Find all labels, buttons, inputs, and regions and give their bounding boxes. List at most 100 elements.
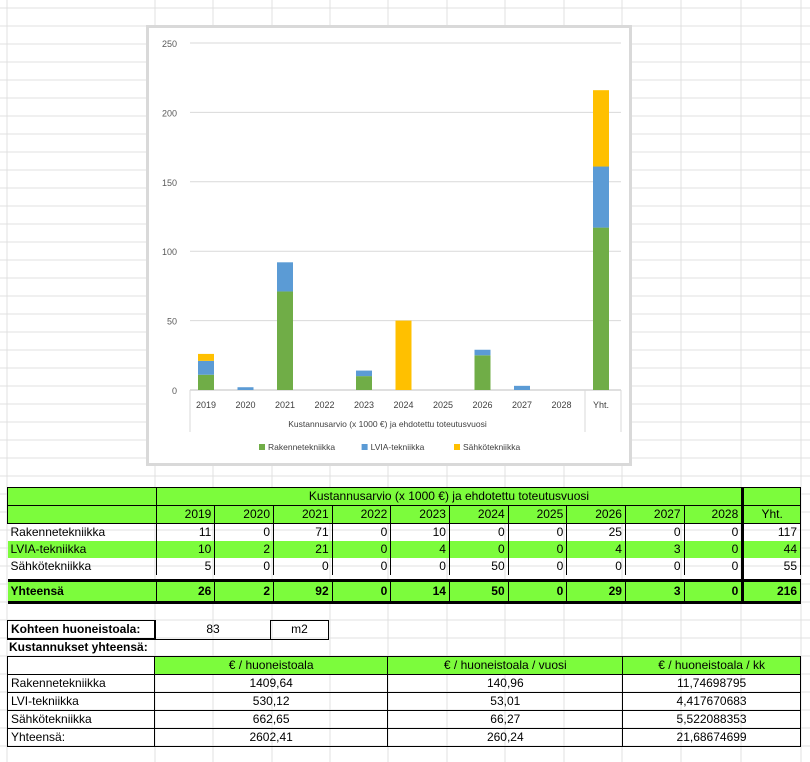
bar-segment — [474, 355, 491, 390]
x-tick-label: 2019 — [196, 400, 216, 410]
costs-cell[interactable]: 2602,41 — [153, 728, 389, 747]
costs-cell[interactable]: 1409,64 — [153, 674, 389, 693]
costs-cell[interactable]: 5,522088353 — [622, 710, 801, 729]
area-unit: m2 — [270, 620, 329, 640]
table-cell[interactable]: 4 — [566, 541, 626, 558]
table-cell[interactable]: 0 — [683, 523, 745, 541]
costs-cell[interactable]: 530,12 — [153, 692, 389, 711]
table-cell[interactable]: 10 — [155, 541, 215, 558]
table-cell[interactable]: 0 — [507, 523, 567, 541]
total-column-header: Yht. — [742, 505, 801, 524]
x-tick-label: 2024 — [393, 400, 413, 410]
bar-segment — [277, 291, 293, 390]
table-cell[interactable]: 10 — [390, 523, 450, 541]
bar-segment — [198, 374, 214, 390]
table-cell[interactable]: 0 — [448, 541, 509, 558]
table-cell[interactable]: 29 — [566, 579, 626, 604]
table-cell[interactable]: 50 — [448, 558, 509, 575]
bar-segment — [237, 387, 254, 390]
legend-swatch — [454, 444, 460, 450]
table-cell[interactable]: 0 — [507, 558, 567, 575]
table-cell[interactable]: 0 — [331, 523, 391, 541]
costs-cell[interactable]: 140,96 — [387, 674, 624, 693]
stacked-bar-chart: 0 50 100 150 200 250 2019 2020 2021 2022 2023 2024 2… — [162, 39, 622, 452]
table-cell[interactable]: 50 — [448, 579, 509, 604]
row-total[interactable]: 216 — [742, 579, 801, 604]
table-cell[interactable]: 3 — [624, 579, 685, 604]
table-cell[interactable]: 21 — [273, 541, 333, 558]
table-cell[interactable]: 0 — [566, 558, 626, 575]
cost-table: Kustannusarvio (x 1000 €) ja ehdotettu t… — [7, 487, 801, 604]
costs-cell[interactable]: 4,417670683 — [622, 692, 801, 711]
costs-cell[interactable]: 21,68674699 — [622, 728, 801, 747]
costs-row-label: Rakennetekniikka — [7, 674, 155, 693]
costs-cell[interactable]: 11,74698795 — [622, 674, 801, 693]
year-header: 2022 — [331, 505, 392, 524]
year-header: 2027 — [624, 505, 685, 524]
table-cell[interactable]: 14 — [390, 579, 450, 604]
year-header: 2019 — [155, 505, 216, 524]
table-cell[interactable]: 0 — [273, 558, 333, 575]
table-cell[interactable]: 4 — [390, 541, 450, 558]
table-corner — [7, 505, 157, 524]
table-cell[interactable]: 0 — [214, 558, 274, 575]
costs-row-label: Yhteensä: — [7, 728, 155, 747]
table-cell[interactable]: 0 — [331, 558, 391, 575]
row-total[interactable]: 117 — [742, 523, 801, 541]
table-cell[interactable]: 92 — [273, 579, 333, 604]
sum-row: Yhteensä 26 2 92 0 14 50 0 29 3 0 216 — [7, 579, 801, 604]
table-cell[interactable]: 0 — [624, 523, 685, 541]
costs-cell[interactable]: 662,65 — [153, 710, 389, 729]
year-header: 2023 — [390, 505, 450, 524]
y-tick-label: 50 — [167, 317, 177, 327]
table-cell[interactable]: 0 — [683, 558, 745, 575]
table-cell[interactable]: 0 — [331, 541, 391, 558]
costs-table: € / huoneistoala € / huoneistoala / vuosi… — [7, 656, 801, 747]
table-cell[interactable]: 0 — [624, 558, 685, 575]
bar-segment — [474, 349, 491, 356]
table-cell[interactable]: 0 — [331, 579, 391, 604]
bar-segment — [277, 262, 293, 292]
year-header: 2028 — [683, 505, 745, 524]
costs-row: Sähkötekniikka 662,65 66,27 5,522088353 — [7, 710, 801, 729]
table-row: Rakennetekniikka 11 0 71 0 10 0 0 25 0 0 117 — [8, 523, 801, 541]
costs-column-header: € / huoneistoala — [153, 656, 389, 675]
y-tick-label: 0 — [172, 386, 177, 396]
costs-cell[interactable]: 260,24 — [387, 728, 624, 747]
table-cell[interactable]: 0 — [507, 541, 567, 558]
costs-header-row: € / huoneistoala € / huoneistoala / vuosi… — [7, 656, 801, 675]
year-header: 2026 — [566, 505, 626, 524]
table-cell[interactable]: 11 — [155, 523, 215, 541]
table-cell[interactable]: 26 — [155, 579, 215, 604]
table-cell[interactable]: 5 — [155, 558, 215, 575]
area-value[interactable]: 83 — [155, 620, 271, 640]
table-cell[interactable]: 2 — [214, 579, 274, 604]
total-header-spacer — [741, 487, 801, 506]
table-cell[interactable]: 3 — [624, 541, 685, 558]
row-label: Rakennetekniikka — [10, 525, 106, 539]
table-cell[interactable]: 0 — [683, 579, 745, 604]
row-label: Yhteensä — [7, 579, 157, 604]
table-cell[interactable]: 71 — [273, 523, 333, 541]
year-header: 2020 — [214, 505, 274, 524]
table-cell[interactable]: 0 — [390, 558, 450, 575]
costs-row: Yhteensä: 2602,41 260,24 21,68674699 — [7, 728, 801, 747]
costs-row-label: Sähkötekniikka — [7, 710, 155, 729]
chart-area[interactable]: 0 50 100 150 200 250 2019 2020 2021 2022 2023 2024 2… — [146, 25, 632, 466]
costs-cell[interactable]: 53,01 — [387, 692, 624, 711]
x-tick-label: 2023 — [354, 400, 374, 410]
costs-cell[interactable]: 66,27 — [387, 710, 624, 729]
legend-label: LVIA-tekniikka — [371, 442, 425, 452]
table-cell[interactable]: 25 — [566, 523, 626, 541]
y-tick-label: 150 — [162, 178, 177, 188]
table-cell[interactable]: 0 — [448, 523, 509, 541]
costs-header-corner — [7, 656, 155, 675]
legend-swatch — [259, 444, 265, 450]
table-cell[interactable]: 2 — [214, 541, 274, 558]
row-total[interactable]: 55 — [742, 558, 801, 575]
table-cell[interactable]: 0 — [507, 579, 567, 604]
table-cell[interactable]: 0 — [683, 541, 745, 558]
table-header: Kustannusarvio (x 1000 €) ja ehdotettu t… — [155, 487, 744, 506]
row-total[interactable]: 44 — [742, 541, 801, 558]
table-cell[interactable]: 0 — [214, 523, 274, 541]
